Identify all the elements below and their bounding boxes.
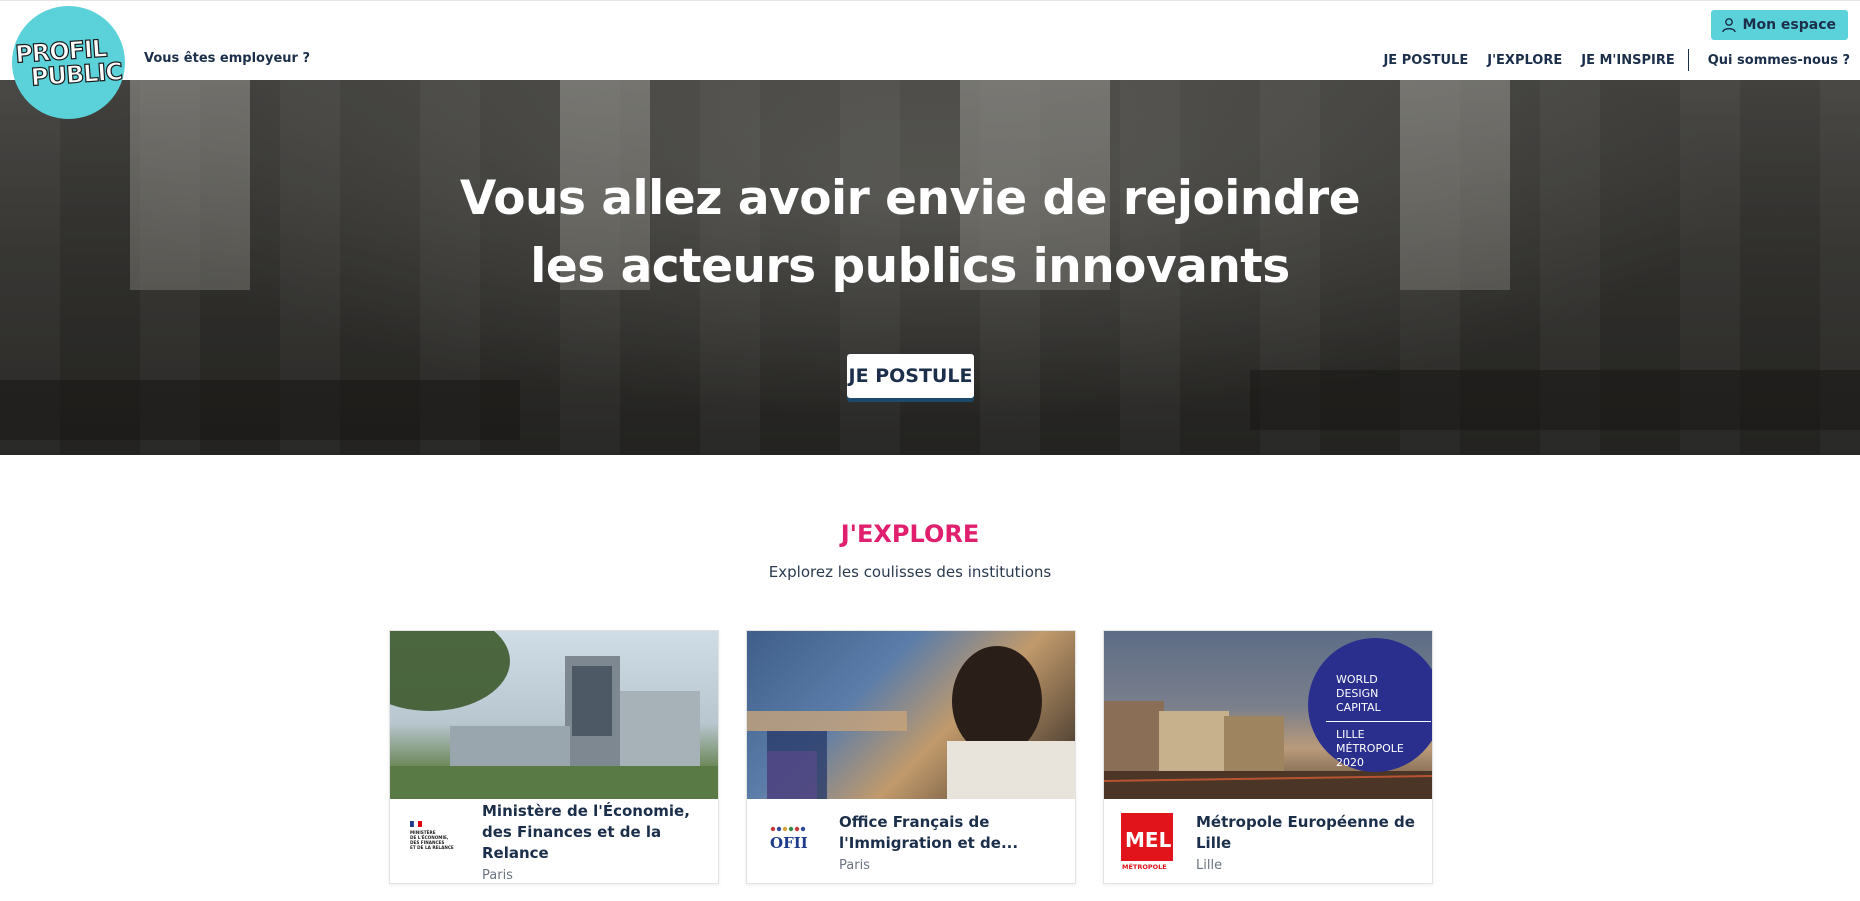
institution-logo: MINISTÈRE DE L'ÉCONOMIE, DES FINANCES ET…: [406, 815, 460, 869]
hero-title-line1: Vous allez avoir envie de rejoindre: [459, 171, 1361, 226]
institution-card[interactable]: MINISTÈRE DE L'ÉCONOMIE, DES FINANCES ET…: [389, 630, 719, 884]
hero-title-line2: les acteurs publics innovants: [530, 239, 1290, 294]
hero-title: Vous allez avoir envie de rejoindre les …: [0, 165, 1820, 301]
section-title: J'EXPLORE: [840, 520, 980, 548]
institution-photo: [747, 631, 1075, 799]
institution-name: Métropole Européenne de Lille: [1196, 812, 1415, 852]
institution-card[interactable]: WORLD DESIGN CAPITAL LILLE MÉTROPOLE 202…: [1103, 630, 1433, 884]
svg-text:MEL: MEL: [1125, 828, 1172, 852]
logo-text-line2: PUBLIC: [29, 56, 123, 92]
world-design-capital-badge: WORLD DESIGN CAPITAL LILLE MÉTROPOLE 202…: [1308, 638, 1432, 772]
svg-text:MÉTROPOLE: MÉTROPOLE: [1122, 862, 1167, 871]
main-nav: JE POSTULE J'EXPLORE JE M'INSPIRE Qui so…: [1364, 49, 1850, 71]
institution-name: Ministère de l'Économie, des Finances et…: [482, 802, 690, 862]
user-icon: [1721, 18, 1736, 33]
my-account-button[interactable]: Mon espace: [1710, 10, 1848, 40]
my-account-label: Mon espace: [1742, 17, 1836, 33]
nav-item-je-m-inspire[interactable]: JE M'INSPIRE: [1581, 53, 1675, 68]
je-postule-button[interactable]: JE POSTULE: [847, 354, 974, 398]
institution-card[interactable]: OFII Office Français de l'Immigration et…: [746, 630, 1076, 884]
institution-card-list: MINISTÈRE DE L'ÉCONOMIE, DES FINANCES ET…: [389, 630, 1433, 884]
svg-text:OFII: OFII: [770, 834, 808, 852]
institution-photo: WORLD DESIGN CAPITAL LILLE MÉTROPOLE 202…: [1104, 631, 1432, 799]
hero-banner: Vous allez avoir envie de rejoindre les …: [0, 80, 1860, 455]
nav-item-je-postule[interactable]: JE POSTULE: [1383, 53, 1468, 68]
institution-city: Paris: [482, 868, 513, 883]
section-subtitle: Explorez les coulisses des institutions: [768, 563, 1052, 581]
office-workers-illustration: [747, 646, 1075, 799]
nav-item-j-explore[interactable]: J'EXPLORE: [1487, 53, 1562, 68]
profil-public-logo[interactable]: PROFIL PUBLIC: [12, 6, 125, 119]
institution-city: Lille: [1196, 857, 1223, 873]
nav-divider: [1687, 49, 1689, 71]
institution-name: Office Français de l'Immigration et de..…: [839, 812, 1019, 852]
svg-text:ET DE LA RELANCE: ET DE LA RELANCE: [410, 845, 454, 850]
institution-logo: OFII: [763, 815, 817, 869]
institution-city: Paris: [839, 857, 870, 873]
site-header: Vous êtes employeur ? Mon espace JE POST…: [0, 0, 1860, 80]
institution-photo: [390, 631, 718, 799]
ministry-building-illustration: [390, 631, 718, 799]
employer-link[interactable]: Vous êtes employeur ?: [144, 51, 310, 66]
institution-logo: MEL MÉTROPOLE: [1120, 813, 1174, 871]
nav-item-qui-sommes-nous[interactable]: Qui sommes-nous ?: [1708, 53, 1850, 68]
